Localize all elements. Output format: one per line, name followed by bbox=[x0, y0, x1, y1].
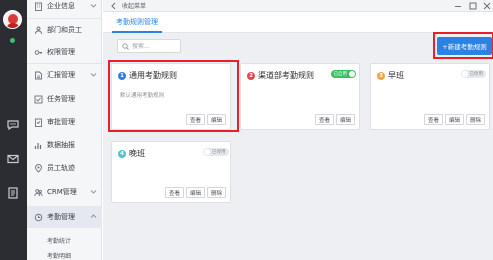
search-icon bbox=[122, 42, 129, 50]
task-icon bbox=[34, 95, 43, 104]
view-button[interactable]: 查看 bbox=[314, 114, 334, 125]
sidebar-subitem-label: 考勤统计 bbox=[47, 237, 72, 245]
chevron-down-icon bbox=[90, 2, 97, 9]
sidebar-subitem-attendance-detail[interactable]: 考勤明细 bbox=[27, 248, 102, 260]
chevron-up-icon bbox=[90, 213, 97, 220]
sidebar-item-label: 任务管理 bbox=[47, 95, 75, 103]
enable-toggle[interactable]: 已停用 bbox=[203, 148, 229, 156]
sidebar-item-label: 员工轨迹 bbox=[47, 164, 75, 172]
edit-button[interactable]: 编辑 bbox=[206, 114, 226, 125]
contacts-icon[interactable] bbox=[6, 186, 20, 200]
rule-title: 早班 bbox=[388, 71, 404, 80]
new-attendance-rule-button[interactable]: +新建考勤规则 bbox=[437, 37, 492, 55]
view-button[interactable]: 查看 bbox=[423, 114, 443, 125]
tab-bar: 考勤规则管理 bbox=[103, 13, 493, 33]
toggle-label: 已停用 bbox=[469, 72, 484, 77]
sidebar-item-label: 权限管理 bbox=[47, 48, 75, 56]
collapse-menu-label[interactable]: 收起菜单 bbox=[122, 1, 146, 10]
rule-card-morning[interactable]: 3 早班 已停用 查看 编辑 删除 bbox=[370, 63, 490, 130]
sidebar-subitem-label: 考勤明细 bbox=[47, 252, 72, 260]
rule-number-badge: 2 bbox=[247, 71, 255, 80]
sidebar-item-label: 部门和员工 bbox=[47, 26, 82, 34]
view-button[interactable]: 查看 bbox=[164, 187, 184, 198]
rule-number-badge: 1 bbox=[118, 71, 126, 80]
key-icon bbox=[34, 48, 43, 57]
crm-icon bbox=[34, 188, 43, 197]
track-icon bbox=[34, 163, 43, 173]
rule-card-general[interactable]: 1 通用考勤规则 默认通用考勤规则 查看 编辑 bbox=[111, 63, 231, 130]
close-icon[interactable] bbox=[483, 2, 491, 10]
sidebar-item-data-report[interactable]: 数据抽报 bbox=[27, 134, 102, 156]
tab-attendance-rules[interactable]: 考勤规则管理 bbox=[112, 13, 162, 33]
rule-title: 通用考勤规则 bbox=[129, 71, 177, 80]
chat-icon[interactable] bbox=[6, 118, 20, 132]
new-attendance-rule-label: +新建考勤规则 bbox=[442, 43, 487, 51]
sidebar-item-crm[interactable]: CRM管理 bbox=[27, 181, 102, 203]
sidebar-item-label: 考勤管理 bbox=[47, 213, 75, 221]
sidebar-item-tasks[interactable]: 任务管理 bbox=[27, 88, 102, 110]
admin-sidebar: 企业信息 部门和员工 权限管理 汇报管理 任务管理 审批管理 数据抽报 员工轨迹… bbox=[27, 0, 102, 260]
building-icon bbox=[34, 2, 43, 11]
minimize-icon[interactable] bbox=[454, 2, 462, 10]
rule-title: 渠道部考勤规则 bbox=[258, 71, 314, 80]
sidebar-item-label: 企业信息 bbox=[47, 2, 75, 10]
sidebar-subitem-attendance-stats[interactable]: 考勤统计 bbox=[27, 233, 102, 247]
main-content: 考勤规则管理 +新建考勤规则 1 通用考勤规则 默认通用考勤规则 查看 编辑 2… bbox=[103, 13, 493, 260]
rule-description: 默认通用考勤规则 bbox=[120, 93, 165, 99]
search-input[interactable] bbox=[132, 42, 180, 50]
sidebar-item-reports[interactable]: 汇报管理 bbox=[27, 64, 102, 86]
toggle-knob bbox=[204, 149, 210, 155]
org-icon bbox=[34, 26, 43, 35]
collapse-menu-icon[interactable] bbox=[110, 2, 118, 10]
sidebar-item-label: 数据抽报 bbox=[47, 141, 75, 149]
report-icon bbox=[34, 71, 43, 80]
toggle-label: 已停用 bbox=[212, 150, 226, 155]
data-icon bbox=[34, 141, 43, 150]
app-rail bbox=[0, 0, 27, 260]
toggle-knob bbox=[461, 71, 468, 77]
edit-button[interactable]: 编辑 bbox=[335, 114, 355, 125]
top-bar: 收起菜单 bbox=[103, 0, 493, 12]
rule-number-badge: 3 bbox=[377, 71, 385, 80]
online-status-dot bbox=[10, 38, 15, 43]
delete-button[interactable]: 删除 bbox=[465, 114, 485, 125]
approval-icon bbox=[34, 118, 43, 127]
sidebar-item-label: 审批管理 bbox=[47, 118, 75, 126]
sidebar-item-permissions[interactable]: 权限管理 bbox=[27, 41, 102, 63]
mail-icon[interactable] bbox=[6, 152, 20, 166]
tab-label: 考勤规则管理 bbox=[116, 18, 158, 26]
view-button[interactable]: 查看 bbox=[185, 114, 205, 125]
chevron-down-icon bbox=[90, 188, 97, 195]
user-avatar[interactable] bbox=[3, 10, 22, 29]
sidebar-item-company-info[interactable]: 企业信息 bbox=[27, 0, 102, 17]
edit-button[interactable]: 编辑 bbox=[185, 187, 205, 198]
maximize-icon[interactable] bbox=[469, 2, 477, 10]
rule-card-channel-dept[interactable]: 2 渠道部考勤规则 已启用 查看 编辑 bbox=[240, 63, 360, 130]
rule-card-evening[interactable]: 4 晚班 已停用 查看 编辑 删除 bbox=[111, 141, 231, 203]
toggle-label: 已启用 bbox=[333, 72, 348, 77]
attendance-icon bbox=[34, 213, 43, 222]
sidebar-item-label: 汇报管理 bbox=[47, 71, 75, 79]
rule-number-badge: 4 bbox=[118, 149, 126, 158]
edit-button[interactable]: 编辑 bbox=[444, 114, 464, 125]
search-box[interactable] bbox=[117, 39, 181, 53]
enable-toggle[interactable]: 已停用 bbox=[460, 70, 486, 78]
sidebar-item-employee-track[interactable]: 员工轨迹 bbox=[27, 157, 102, 179]
sidebar-item-attendance[interactable]: 考勤管理 bbox=[27, 206, 102, 228]
enable-toggle[interactable]: 已启用 bbox=[330, 70, 356, 78]
sidebar-item-approvals[interactable]: 审批管理 bbox=[27, 111, 102, 133]
toggle-knob bbox=[349, 71, 355, 77]
rule-title: 晚班 bbox=[129, 149, 145, 158]
chevron-down-icon bbox=[90, 71, 97, 78]
delete-button[interactable]: 删除 bbox=[206, 187, 226, 198]
sidebar-item-label: CRM管理 bbox=[47, 188, 77, 196]
sidebar-item-departments[interactable]: 部门和员工 bbox=[27, 19, 102, 41]
